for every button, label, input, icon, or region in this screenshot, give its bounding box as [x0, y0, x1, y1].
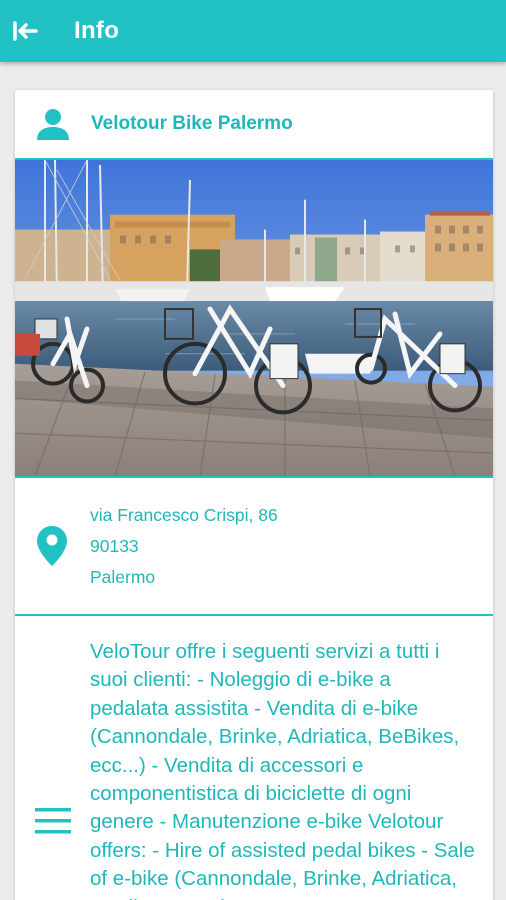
- info-card: Velotour Bike Palermo via Francesco Cris…: [15, 90, 493, 900]
- back-button[interactable]: [0, 0, 50, 62]
- bikes-harbor-photo: [15, 160, 493, 478]
- address-section: via Francesco Crispi, 86 90133 Palermo: [15, 478, 493, 616]
- business-name: Velotour Bike Palermo: [91, 113, 293, 134]
- description-text: VeloTour offre i seguenti servizi a tutt…: [90, 640, 475, 900]
- menu-icon: [34, 808, 71, 834]
- card-header: Velotour Bike Palermo: [15, 90, 493, 160]
- app-bar: Info: [0, 0, 506, 62]
- address-street: via Francesco Crispi, 86: [90, 504, 278, 525]
- description-section: VeloTour offre i seguenti servizi a tutt…: [15, 616, 493, 900]
- address-lines: via Francesco Crispi, 86 90133 Palermo: [90, 500, 278, 593]
- back-arrow-icon: [13, 21, 38, 41]
- page-title: Info: [74, 17, 120, 44]
- address-city: Palermo: [90, 566, 156, 587]
- user-icon: [37, 109, 69, 140]
- menu-icon-wrapper: [15, 638, 90, 900]
- map-pin-icon: [37, 526, 67, 566]
- address-zip: 90133: [90, 535, 139, 556]
